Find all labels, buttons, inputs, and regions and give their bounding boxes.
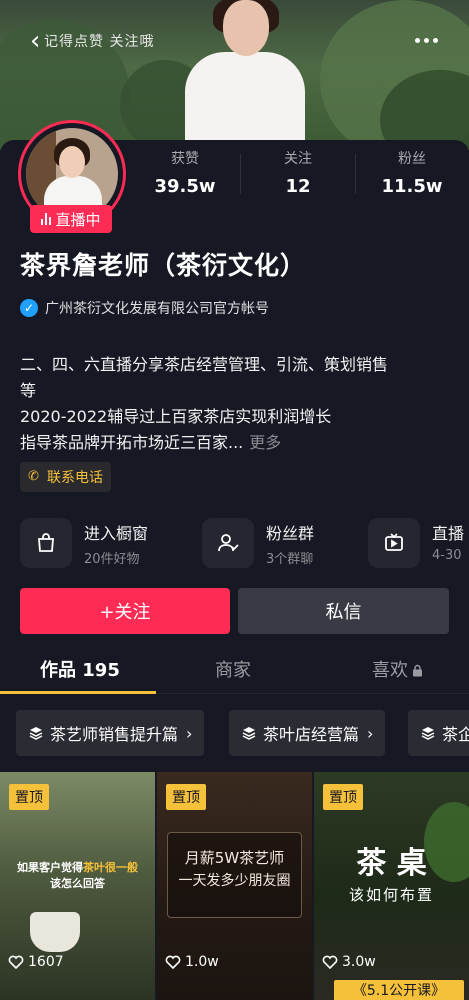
pinned-badge: 置顶 bbox=[166, 784, 206, 810]
phone-label: 联系电话 bbox=[47, 470, 103, 486]
video-likes: 1607 bbox=[8, 954, 64, 970]
feature-shop-window[interactable]: 进入橱窗 20件好物 bbox=[20, 514, 190, 574]
top-bar: ‹ 记得点赞 关注哦 bbox=[0, 22, 469, 62]
heart-icon bbox=[165, 955, 181, 969]
profile-name: 茶界詹老师（茶衍文化） bbox=[20, 251, 307, 280]
profile-stats: 获赞 39.5w 关注 12 粉丝 11.5w bbox=[140, 148, 469, 202]
stat-divider bbox=[240, 154, 241, 194]
active-tab-indicator bbox=[0, 691, 156, 694]
likes-count: 3.0w bbox=[342, 954, 376, 970]
stat-value: 12 bbox=[285, 176, 311, 197]
bag-icon bbox=[20, 518, 72, 568]
pinned-badge: 置顶 bbox=[9, 784, 49, 810]
caption-highlight: 茶叶很一般 bbox=[83, 861, 138, 874]
feature-row: 进入橱窗 20件好物 粉丝群 3个群聊 直播 4-30 bbox=[0, 514, 469, 574]
more-options-icon[interactable] bbox=[412, 30, 442, 50]
likes-count: 1.0w bbox=[185, 954, 219, 970]
video-caption: 月薪5W茶艺师 一天发多少朋友圈 bbox=[167, 846, 302, 892]
tab-works[interactable]: 作品 195 bbox=[40, 656, 120, 682]
caption-line: 该如何布置 bbox=[348, 886, 434, 904]
feature-live[interactable]: 直播 4-30 bbox=[368, 514, 469, 574]
lock-icon bbox=[413, 664, 422, 677]
video-tile[interactable]: 置顶 茶 桌 该如何布置 3.0w 《5.1公开课》 bbox=[314, 772, 469, 1000]
caption-line: 如果客户觉得茶叶很一般 bbox=[17, 861, 138, 874]
layers-icon bbox=[29, 727, 43, 740]
tab-likes[interactable]: 喜欢 bbox=[372, 656, 423, 682]
video-caption: 茶 桌 该如何布置 bbox=[314, 844, 469, 906]
chip-collection[interactable]: 茶艺师销售提升篇 › bbox=[16, 710, 205, 756]
phone-icon: ✆ bbox=[28, 469, 39, 484]
chip-label: 茶艺师销售提升篇 bbox=[50, 725, 179, 744]
verified-text: 广州茶衍文化发展有限公司官方帐号 bbox=[45, 301, 269, 317]
message-button[interactable]: 私信 bbox=[238, 588, 449, 634]
layers-icon bbox=[421, 727, 435, 740]
video-tile[interactable]: 置顶 如果客户觉得茶叶很一般 该怎么回答 1607 bbox=[0, 772, 155, 1000]
live-badge[interactable]: 直播中 bbox=[30, 205, 112, 233]
caption-line: 茶 桌 bbox=[356, 846, 427, 881]
bio-line: 等 bbox=[20, 381, 37, 400]
group-icon bbox=[202, 518, 254, 568]
stat-likes[interactable]: 获赞 39.5w bbox=[135, 148, 235, 197]
bio-line: 2020-2022辅导过上百家茶店实现利润增长 bbox=[20, 407, 332, 426]
chip-label: 茶叶店经营篇 bbox=[263, 725, 360, 744]
collection-chips: 茶艺师销售提升篇 › 茶叶店经营篇 › 茶企 bbox=[0, 710, 469, 756]
bio-more-link[interactable]: 更多 bbox=[249, 433, 281, 452]
video-likes: 3.0w bbox=[322, 954, 376, 970]
chevron-right-icon: › bbox=[367, 723, 374, 743]
heart-icon bbox=[322, 955, 338, 969]
video-grid: 置顶 如果客户觉得茶叶很一般 该怎么回答 1607 置顶 月薪5W茶艺师 一天发… bbox=[0, 772, 469, 1000]
feature-sub: 3个群聊 bbox=[266, 552, 314, 567]
feature-sub: 4-30 bbox=[432, 548, 462, 563]
likes-count: 1607 bbox=[28, 954, 64, 970]
verified-row: ✓ 广州茶衍文化发展有限公司官方帐号 bbox=[20, 296, 269, 320]
video-likes: 1.0w bbox=[165, 954, 219, 970]
caption-line: 月薪5W茶艺师 bbox=[184, 849, 285, 867]
chip-collection[interactable]: 茶企 bbox=[408, 710, 469, 756]
feature-title: 粉丝群 bbox=[266, 524, 315, 543]
stat-label: 获赞 bbox=[171, 151, 199, 167]
tab-merchant[interactable]: 商家 bbox=[215, 656, 251, 682]
stat-followers[interactable]: 粉丝 11.5w bbox=[362, 148, 462, 197]
cover-person bbox=[185, 0, 305, 142]
stat-value: 39.5w bbox=[154, 176, 216, 197]
contact-phone-button[interactable]: ✆ 联系电话 bbox=[20, 462, 111, 492]
feature-title: 进入橱窗 bbox=[84, 524, 149, 543]
live-badge-label: 直播中 bbox=[55, 210, 101, 229]
profile-bio[interactable]: 二、四、六直播分享茶店经营管理、引流、策划销售 等 2020-2022辅导过上百… bbox=[20, 352, 460, 456]
caption-line: 该怎么回答 bbox=[50, 877, 105, 890]
stat-divider bbox=[355, 154, 356, 194]
stat-label: 关注 bbox=[284, 151, 312, 167]
live-bars-icon bbox=[41, 213, 52, 225]
feature-title: 直播 bbox=[432, 524, 465, 543]
follow-button[interactable]: +关注 bbox=[20, 588, 230, 634]
feature-sub: 20件好物 bbox=[84, 552, 140, 567]
bottom-tag: 《5.1公开课》 bbox=[334, 980, 464, 1000]
tab-likes-label: 喜欢 bbox=[372, 660, 408, 681]
layers-icon bbox=[242, 727, 256, 740]
chip-collection[interactable]: 茶叶店经营篇 › bbox=[229, 710, 386, 756]
content-tabs: 作品 195 商家 喜欢 bbox=[0, 648, 469, 694]
cover-hint-text: 记得点赞 关注哦 bbox=[44, 34, 155, 50]
heart-icon bbox=[8, 955, 24, 969]
stat-following[interactable]: 关注 12 bbox=[248, 148, 348, 197]
chip-label: 茶企 bbox=[442, 725, 469, 744]
video-caption: 如果客户觉得茶叶很一般 该怎么回答 bbox=[4, 860, 151, 892]
caption-line: 一天发多少朋友圈 bbox=[178, 873, 291, 889]
pinned-badge: 置顶 bbox=[323, 784, 363, 810]
stat-label: 粉丝 bbox=[398, 151, 426, 167]
chevron-right-icon: › bbox=[186, 723, 193, 743]
verified-check-icon: ✓ bbox=[20, 299, 38, 317]
bio-line: 二、四、六直播分享茶店经营管理、引流、策划销售 bbox=[20, 355, 389, 374]
stat-value: 11.5w bbox=[381, 176, 443, 197]
video-tile[interactable]: 置顶 月薪5W茶艺师 一天发多少朋友圈 1.0w bbox=[157, 772, 312, 1000]
feature-fan-group[interactable]: 粉丝群 3个群聊 bbox=[202, 514, 362, 574]
tv-icon bbox=[368, 518, 420, 568]
bio-line: 指导茶品牌开拓市场近三百家... bbox=[20, 433, 244, 452]
teacup-image bbox=[30, 912, 80, 952]
